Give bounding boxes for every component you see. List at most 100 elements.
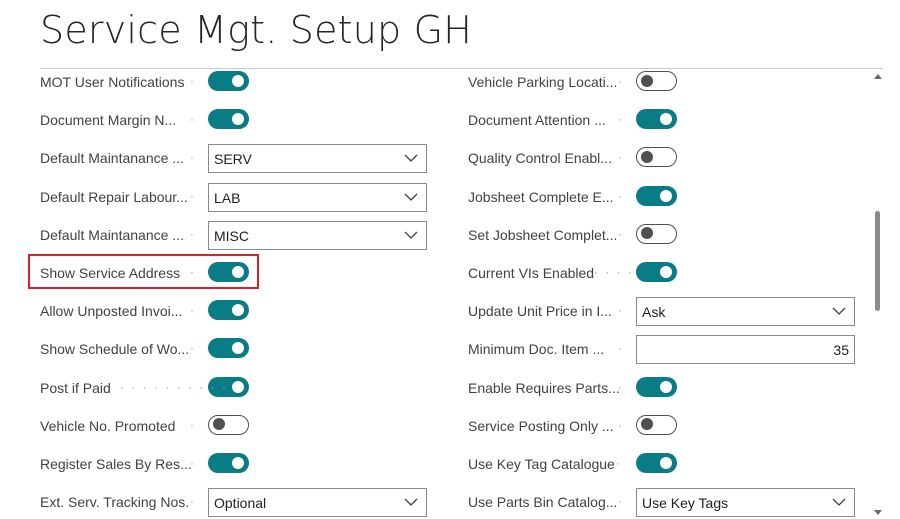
field-label: Jobsheet Complete E...	[468, 188, 614, 205]
toggle-knob	[213, 418, 225, 431]
field-label: Service Posting Only ...	[468, 417, 614, 434]
field-row: Use Key Tag Catalogue ·	[468, 445, 868, 483]
scroll-up-icon[interactable]	[874, 74, 882, 79]
field-control	[636, 412, 677, 435]
use-key-tag-catalogue-toggle[interactable]	[636, 452, 677, 473]
field-label: Default Repair Labour...	[40, 188, 188, 205]
field-control	[636, 450, 677, 473]
field-control	[208, 297, 249, 321]
enable-requires-parts-toggle[interactable]	[636, 376, 677, 397]
scroll-thumb[interactable]	[875, 211, 880, 311]
leader-dots: · · · · · · · · · ·	[120, 379, 228, 394]
field-label: Register Sales By Res...	[40, 455, 192, 472]
leader-dots: ·	[618, 494, 624, 509]
leader-dots: ·	[618, 417, 624, 432]
leader-dots: ·	[618, 226, 624, 241]
field-row: Document Margin N... ·	[40, 101, 440, 139]
leader-dots: ·	[190, 226, 196, 241]
toggle-knob	[660, 189, 672, 202]
show-schedule-of-wo-toggle[interactable]	[208, 338, 249, 359]
field-label: MOT User Notifications	[40, 74, 185, 90]
document-margin-n-toggle[interactable]	[208, 109, 249, 130]
chevron-down-icon	[832, 307, 846, 316]
default-maintanance-select[interactable]: SERV	[208, 144, 427, 174]
ext-serv-tracking-nos-select[interactable]: Optional	[208, 488, 427, 518]
field-control	[636, 68, 677, 91]
leader-dots: ·	[190, 188, 196, 203]
field-value: LAB	[214, 189, 241, 206]
leader-dots: · · · ·	[594, 264, 634, 279]
field-control: Ask	[636, 297, 855, 327]
field-label: Default Maintanance ...	[40, 150, 184, 167]
toggle-knob	[641, 227, 653, 240]
field-label: Minimum Doc. Item ...	[468, 341, 605, 358]
field-control	[636, 106, 677, 130]
leader-dots: ·	[618, 150, 624, 165]
field-row: Enable Requires Parts... ·	[468, 369, 868, 407]
register-sales-by-res-toggle[interactable]	[208, 452, 249, 473]
toggle-knob	[232, 75, 244, 87]
page-title: Service Mgt. Setup GH	[40, 8, 473, 52]
service-posting-only-toggle[interactable]	[636, 414, 677, 435]
chevron-down-icon	[404, 498, 418, 506]
leader-dots: ·	[190, 74, 196, 88]
field-label: Document Attention ...	[468, 112, 606, 129]
jobsheet-complete-e-toggle[interactable]	[636, 185, 677, 206]
field-row: Current VIs Enabled · · · ·	[468, 254, 868, 292]
field-row: Vehicle No. Promoted ·	[40, 407, 440, 445]
field-label: Set Jobsheet Complet...	[468, 226, 618, 243]
leader-dots: ·	[190, 455, 196, 470]
field-row: Vehicle Parking Locati... ·	[468, 63, 868, 101]
field-control	[208, 450, 249, 473]
mot-user-notifications-toggle[interactable]	[208, 71, 249, 91]
scroll-down-icon[interactable]	[874, 510, 882, 515]
leader-dots: ·	[190, 494, 196, 509]
use-parts-bin-catalog-select[interactable]: Use Key Tags	[636, 488, 855, 518]
leader-dots: ·	[618, 303, 624, 318]
left-field-column: MOT User Notifications · Document Margin N…	[40, 63, 440, 519]
leader-dots: ·	[616, 455, 622, 470]
leader-dots: ·	[618, 341, 624, 356]
field-row: Show Schedule of Wo... ·	[40, 330, 440, 368]
field-label: Use Parts Bin Catalog...	[468, 494, 618, 511]
field-control: Optional	[208, 488, 427, 518]
field-label: Document Margin N...	[40, 112, 177, 129]
current-vis-enabled-toggle[interactable]	[636, 261, 677, 282]
toggle-knob	[641, 150, 653, 163]
field-label: Post if Paid	[40, 379, 111, 396]
toggle-knob	[660, 456, 672, 469]
toggle-knob	[232, 456, 244, 469]
field-control	[636, 144, 677, 168]
field-label: Vehicle Parking Locati...	[468, 74, 618, 90]
leader-dots: ·	[190, 112, 196, 127]
vehicle-parking-locati-toggle[interactable]	[636, 71, 677, 91]
field-row: Default Maintanance ... MISC ·	[40, 216, 440, 254]
minimum-doc-item-input[interactable]: 35	[636, 335, 855, 365]
field-label: Allow Unposted Invoi...	[40, 303, 183, 320]
quality-control-enabl-toggle[interactable]	[636, 147, 677, 168]
vehicle-no-promoted-toggle[interactable]	[208, 414, 249, 435]
field-value: Use Key Tags	[642, 495, 729, 512]
leader-dots: ·	[618, 379, 624, 394]
field-label: Current VIs Enabled	[468, 264, 595, 281]
field-label: Quality Control Enabl...	[468, 150, 612, 167]
allow-unposted-invoi-toggle[interactable]	[208, 300, 249, 321]
field-value: Ask	[642, 304, 666, 321]
field-row: Register Sales By Res... ·	[40, 445, 440, 483]
leader-dots: ·	[190, 303, 196, 318]
default-maintanance-select[interactable]: MISC	[208, 220, 427, 250]
chevron-down-icon	[404, 193, 418, 201]
toggle-knob	[232, 342, 244, 355]
vertical-scrollbar[interactable]	[871, 70, 885, 519]
field-row: Ext. Serv. Tracking Nos. Optional ·	[40, 483, 440, 519]
field-control	[208, 412, 249, 435]
update-unit-price-in-i-select[interactable]: Ask	[636, 297, 855, 327]
leader-dots: ·	[190, 341, 196, 356]
set-jobsheet-complet-toggle[interactable]	[636, 223, 677, 244]
default-repair-labour-select[interactable]: LAB	[208, 182, 427, 212]
document-attention-toggle[interactable]	[636, 109, 677, 130]
field-row: Set Jobsheet Complet... ·	[468, 216, 868, 254]
field-control	[208, 106, 249, 130]
field-row: Service Posting Only ... ·	[468, 407, 868, 445]
field-control	[636, 374, 677, 397]
